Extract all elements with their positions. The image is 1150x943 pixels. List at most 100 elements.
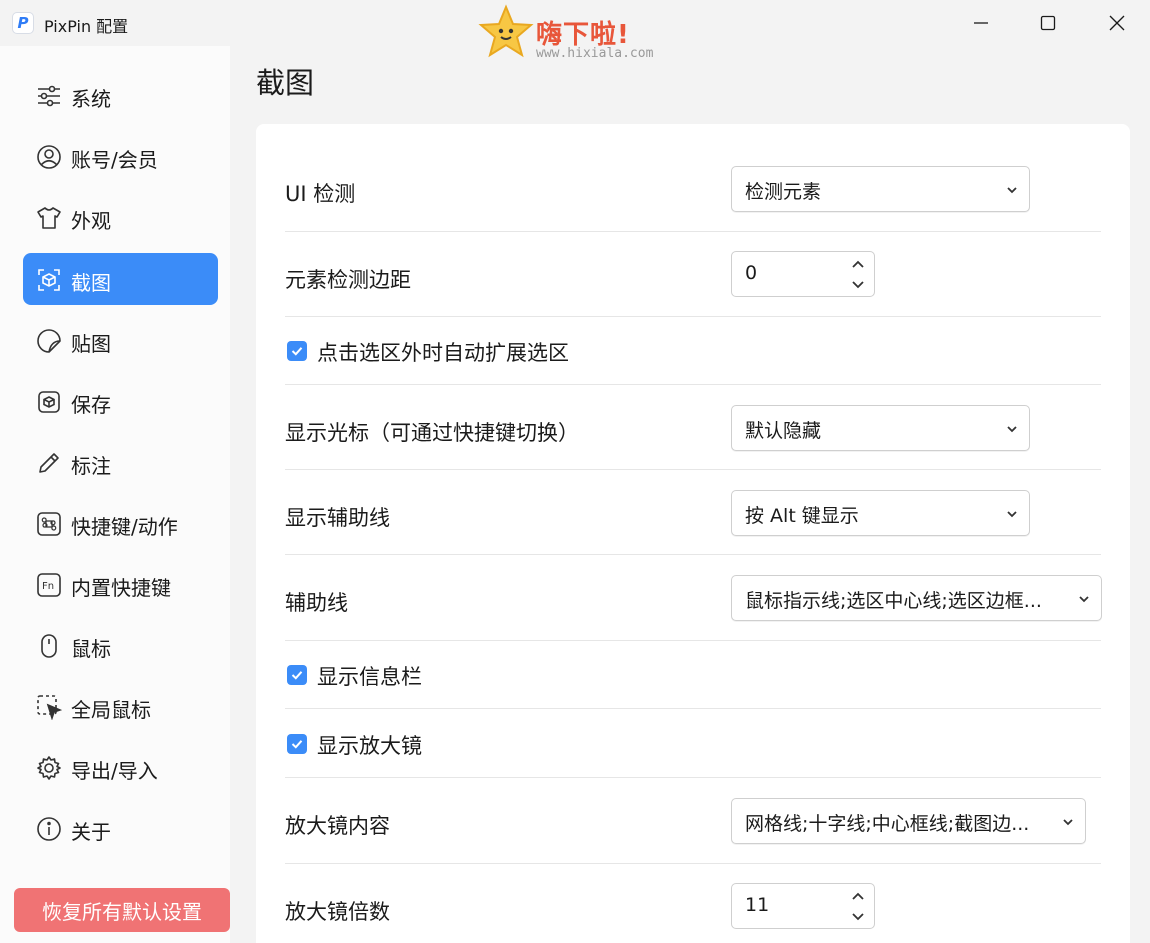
mouse-icon (35, 632, 63, 660)
setting-row-magnifier-scale: 放大镜倍数 11 (285, 864, 1101, 943)
command-icon (35, 510, 63, 538)
chevron-down-icon[interactable] (850, 276, 866, 292)
setting-row-ui-detect: UI 检测 检测元素 (285, 146, 1101, 232)
select-value: 默认隐藏 (745, 420, 822, 442)
show-magnifier-checkbox[interactable] (287, 734, 307, 754)
cursor-select-icon (35, 693, 63, 721)
chevron-down-icon (1079, 596, 1089, 603)
sidebar-item-label: 内置快捷键 (71, 576, 171, 600)
sidebar-item-label: 系统 (71, 87, 111, 111)
guides-select[interactable]: 鼠标指示线;选区中心线;选区边框... (731, 575, 1102, 621)
show-cursor-select[interactable]: 默认隐藏 (731, 405, 1030, 451)
sidebar-item-mouse[interactable]: 鼠标 (23, 619, 218, 671)
minimize-icon (974, 22, 988, 24)
sidebar-item-export-import[interactable]: 导出/导入 (23, 741, 218, 793)
sidebar-item-screenshot[interactable]: 截图 (23, 253, 218, 305)
setting-label: 放大镜倍数 (285, 900, 390, 924)
sidebar-item-label: 关于 (71, 820, 111, 844)
title-bar: P PixPin 配置 嗨下啦! www.hixiala.com (0, 0, 1150, 61)
setting-label: 辅助线 (285, 591, 348, 615)
show-guides-select[interactable]: 按 Alt 键显示 (731, 490, 1030, 536)
sidebar-item-label: 保存 (71, 393, 111, 417)
select-value: 按 Alt 键显示 (745, 505, 859, 527)
checkbox-label[interactable]: 点击选区外时自动扩展选区 (317, 337, 569, 367)
sidebar-item-pin[interactable]: 贴图 (23, 314, 218, 366)
watermark: 嗨下啦! www.hixiala.com (478, 4, 678, 64)
select-value: 检测元素 (745, 181, 822, 203)
setting-row-magnifier-content: 放大镜内容 网格线;十字线;中心框线;截图边... (285, 778, 1101, 864)
setting-row-show-infobar: 显示信息栏 (285, 641, 1101, 709)
sidebar-item-label: 快捷键/动作 (71, 515, 178, 539)
setting-label: 元素检测边距 (285, 268, 411, 292)
sidebar-item-save[interactable]: 保存 (23, 375, 218, 427)
detect-margin-stepper[interactable]: 0 (731, 251, 875, 297)
sidebar-item-label: 账号/会员 (71, 148, 158, 172)
app-logo-icon: P (12, 12, 34, 34)
show-infobar-checkbox[interactable] (287, 665, 307, 685)
fn-key-icon: Fn (35, 571, 63, 599)
chevron-down-icon (1063, 819, 1073, 826)
magnifier-scale-stepper[interactable]: 11 (731, 883, 875, 929)
chevron-up-icon[interactable] (850, 257, 866, 273)
shirt-icon (35, 204, 63, 232)
sticker-icon (35, 327, 63, 355)
sidebar-item-system[interactable]: 系统 (23, 69, 218, 121)
setting-row-show-guides: 显示辅助线 按 Alt 键显示 (285, 470, 1101, 555)
setting-label: 放大镜内容 (285, 814, 390, 838)
sidebar-item-account[interactable]: 账号/会员 (23, 130, 218, 182)
sidebar-item-hotkeys[interactable]: 快捷键/动作 (23, 497, 218, 549)
sidebar-item-builtin-hotkeys[interactable]: Fn 内置快捷键 (23, 558, 218, 610)
minimize-button[interactable] (946, 0, 1016, 46)
maximize-icon (1040, 15, 1056, 31)
save-box-icon (35, 388, 63, 416)
setting-row-auto-expand: 点击选区外时自动扩展选区 (285, 317, 1101, 385)
checkmark-icon (291, 740, 303, 749)
sidebar-item-about[interactable]: 关于 (23, 802, 218, 854)
checkbox-label[interactable]: 显示放大镜 (317, 730, 422, 760)
close-button[interactable] (1082, 0, 1150, 46)
magnifier-content-select[interactable]: 网格线;十字线;中心框线;截图边... (731, 798, 1086, 844)
checkbox-label[interactable]: 显示信息栏 (317, 661, 422, 691)
chevron-down-icon (1007, 511, 1017, 518)
chevron-down-icon (1007, 426, 1017, 433)
stepper-value: 0 (745, 262, 758, 284)
sidebar-item-annotate[interactable]: 标注 (23, 436, 218, 488)
setting-label: UI 检测 (285, 182, 356, 206)
setting-row-show-magnifier: 显示放大镜 (285, 709, 1101, 778)
sidebar-item-label: 导出/导入 (71, 759, 158, 783)
setting-row-detect-margin: 元素检测边距 0 (285, 232, 1101, 317)
setting-label: 显示辅助线 (285, 506, 390, 530)
star-mascot-icon (478, 4, 534, 58)
stepper-value: 11 (745, 894, 770, 916)
sidebar-item-label: 鼠标 (71, 637, 111, 661)
checkmark-icon (291, 671, 303, 680)
sidebar-item-label: 截图 (71, 271, 111, 295)
sidebar-item-label: 全局鼠标 (71, 698, 151, 722)
reset-defaults-button[interactable]: 恢复所有默认设置 (14, 888, 230, 932)
svg-text:Fn: Fn (42, 581, 54, 592)
setting-row-show-cursor: 显示光标（可通过快捷键切换） 默认隐藏 (285, 385, 1101, 470)
ui-detect-select[interactable]: 检测元素 (731, 166, 1030, 212)
user-icon (35, 143, 63, 171)
sidebar-item-label: 外观 (71, 209, 111, 233)
select-value: 网格线;十字线;中心框线;截图边... (745, 813, 1030, 835)
window-title: PixPin 配置 (44, 17, 129, 36)
checkmark-icon (291, 347, 303, 356)
gear-icon (35, 754, 63, 782)
sidebar-item-label: 标注 (71, 454, 111, 478)
select-value: 鼠标指示线;选区中心线;选区边框... (745, 590, 1042, 612)
sidebar-item-global-mouse[interactable]: 全局鼠标 (23, 680, 218, 732)
sliders-icon (35, 82, 63, 110)
info-icon (35, 815, 63, 843)
pencil-icon (35, 449, 63, 477)
page-title: 截图 (256, 66, 315, 100)
watermark-url: www.hixiala.com (536, 46, 654, 61)
maximize-button[interactable] (1013, 0, 1083, 46)
auto-expand-checkbox[interactable] (287, 341, 307, 361)
chevron-up-icon[interactable] (850, 889, 866, 905)
chevron-down-icon[interactable] (850, 908, 866, 924)
chevron-down-icon (1007, 187, 1017, 194)
sidebar-item-appearance[interactable]: 外观 (23, 191, 218, 243)
settings-card: UI 检测 检测元素 元素检测边距 0 点击选区外时自动扩展选区 显示光标（可通… (256, 124, 1130, 943)
setting-label: 显示光标（可通过快捷键切换） (285, 421, 579, 445)
